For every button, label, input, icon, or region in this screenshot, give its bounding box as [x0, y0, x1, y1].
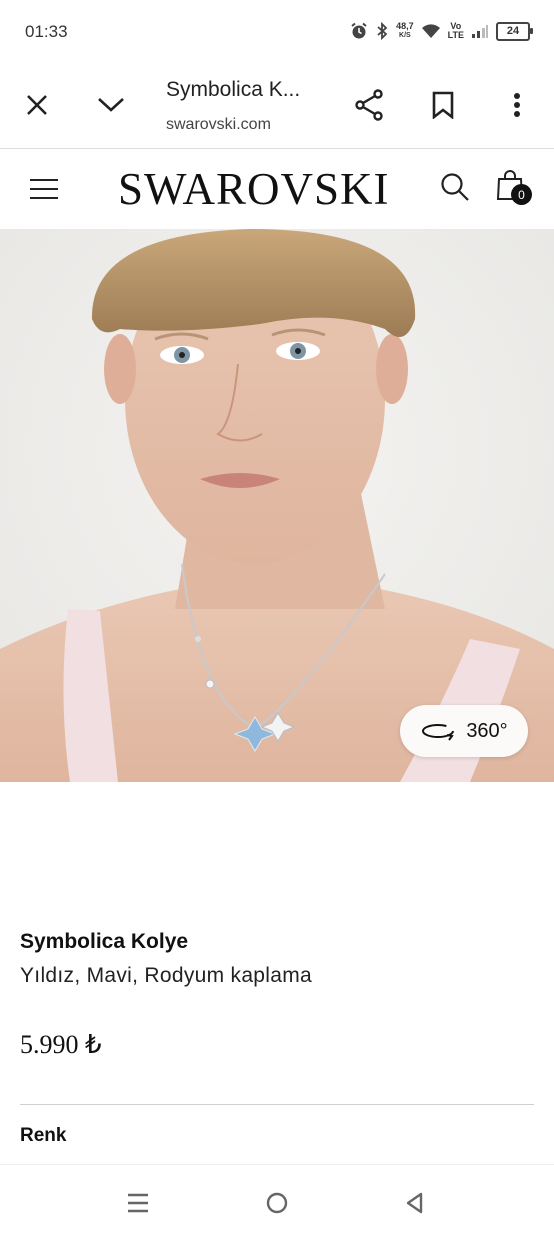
product-image[interactable]: 360° [0, 229, 554, 782]
site-header: SWAROVSKI 0 [0, 149, 554, 229]
menu-button[interactable] [28, 177, 60, 201]
status-bar: 01:33 48,7 K/S Vo LTE 24 [0, 0, 554, 62]
net-speed: 48,7 K/S [396, 21, 414, 40]
collapse-button[interactable] [91, 85, 131, 125]
home-button[interactable] [259, 1187, 295, 1219]
back-icon [406, 1192, 423, 1214]
share-icon [355, 89, 383, 121]
browser-toolbar: Symbolica K... swarovski.com [0, 62, 554, 149]
color-section-label: Renk [20, 1125, 67, 1146]
page-title: Symbolica K... [166, 78, 301, 101]
model-photo [0, 229, 554, 782]
rotate-360-icon [422, 724, 455, 741]
product-name: Symbolica Kolye [20, 930, 189, 953]
view-360-label: 360° [466, 719, 508, 742]
search-icon [441, 173, 469, 201]
alarm-icon [351, 22, 367, 39]
bluetooth-icon [377, 22, 388, 40]
signal-icon [472, 25, 488, 38]
brand-logo[interactable]: SWAROVSKI [118, 163, 390, 215]
system-nav-bar [0, 1164, 554, 1240]
network-type: Vo LTE [447, 21, 464, 40]
cart-button[interactable]: 0 [496, 169, 536, 209]
divider [20, 1104, 534, 1105]
share-button[interactable] [349, 85, 389, 125]
wifi-icon [421, 24, 440, 38]
product-subtitle: Yıldız, Mavi, Rodyum kaplama [20, 964, 313, 987]
close-icon [27, 95, 47, 115]
home-icon [266, 1192, 288, 1214]
recents-icon [128, 1193, 148, 1213]
bookmark-icon [432, 91, 454, 119]
hamburger-menu-icon [30, 179, 58, 199]
status-icons: 48,7 K/S Vo LTE 24 [350, 18, 533, 44]
view-360-button[interactable]: 360° [400, 705, 528, 757]
back-button[interactable] [396, 1187, 432, 1219]
search-button[interactable] [439, 171, 471, 203]
product-price: 5.990 ₺ [20, 1030, 102, 1059]
battery-indicator: 24 [496, 21, 533, 41]
status-time: 01:33 [25, 22, 68, 41]
page-url: swarovski.com [166, 116, 271, 133]
more-vert-icon [514, 93, 520, 117]
recents-button[interactable] [120, 1187, 156, 1219]
close-button[interactable] [17, 85, 57, 125]
cart-count-badge: 0 [511, 184, 532, 205]
chevron-down-icon [98, 98, 124, 112]
bookmark-button[interactable] [423, 85, 463, 125]
more-options-button[interactable] [497, 85, 537, 125]
